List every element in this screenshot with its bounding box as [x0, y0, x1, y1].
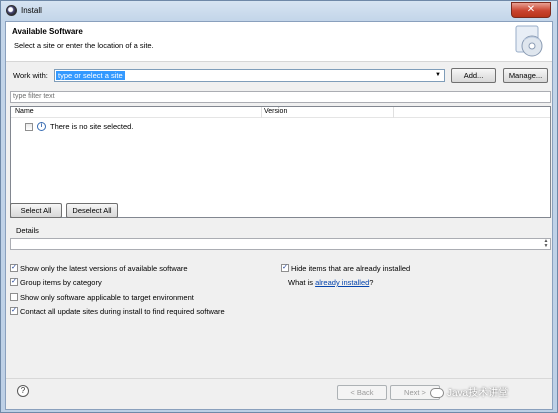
window-title: Install	[21, 6, 42, 15]
group-by-category-label: Group items by category	[20, 278, 102, 287]
details-label: Details	[16, 226, 39, 235]
contact-all-sites-checkbox[interactable]: ✓	[10, 307, 18, 315]
target-environment-checkbox[interactable]	[10, 293, 18, 301]
eclipse-icon	[6, 5, 17, 16]
row-label: There is no site selected.	[50, 122, 134, 131]
dialog-body: Available Software Select a site or ente…	[5, 21, 553, 410]
hide-installed-label: Hide items that are already installed	[291, 264, 411, 273]
header-banner: Available Software Select a site or ente…	[6, 22, 552, 62]
details-scrollbar[interactable]: ▲ ▼	[542, 239, 550, 249]
watermark-text: Java技术讲堂	[447, 388, 509, 399]
close-button[interactable]: ✕	[511, 2, 551, 18]
info-icon: i	[37, 122, 46, 131]
already-installed-prefix: What is	[288, 278, 316, 287]
already-installed-prompt: What is already installed?	[288, 278, 373, 287]
title-bar[interactable]: Install ✕	[1, 1, 557, 21]
install-window: Install ✕ Available Software Select a si…	[0, 0, 558, 413]
help-icon[interactable]: ?	[17, 385, 29, 397]
wechat-icon	[430, 388, 444, 399]
hide-installed-checkbox[interactable]: ✓	[281, 264, 289, 272]
show-latest-label: Show only the latest versions of availab…	[20, 264, 188, 273]
contact-all-sites-label: Contact all update sites during install …	[20, 307, 225, 316]
group-by-category-checkbox[interactable]: ✓	[10, 278, 18, 286]
install-cd-icon	[515, 25, 543, 57]
column-header-name[interactable]: Name	[15, 108, 34, 115]
row-checkbox[interactable]	[25, 123, 33, 131]
back-button[interactable]: < Back	[337, 385, 387, 400]
filter-input[interactable]: type filter text	[10, 91, 551, 103]
manage-sites-button[interactable]: Manage...	[503, 68, 548, 83]
target-environment-label: Show only software applicable to target …	[20, 293, 194, 302]
details-text-area[interactable]: ▲ ▼	[10, 238, 551, 250]
work-with-input[interactable]: type or select a site	[56, 71, 125, 80]
footer-divider	[6, 378, 552, 379]
select-all-button[interactable]: Select All	[10, 203, 62, 218]
add-site-button[interactable]: Add...	[451, 68, 496, 83]
page-description: Select a site or enter the location of a…	[14, 41, 154, 50]
already-installed-link[interactable]: already installed	[315, 278, 369, 287]
deselect-all-button[interactable]: Deselect All	[66, 203, 118, 218]
work-with-label: Work with:	[13, 71, 48, 80]
column-header-version[interactable]: Version	[264, 108, 287, 115]
software-table: Name Version i There is no site selected…	[10, 106, 551, 218]
column-divider[interactable]	[393, 107, 394, 118]
show-latest-checkbox[interactable]: ✓	[10, 264, 18, 272]
already-installed-suffix: ?	[369, 278, 374, 287]
chevron-down-icon[interactable]: ▼	[433, 70, 443, 81]
work-with-combo[interactable]: type or select a site ▼	[54, 69, 445, 82]
watermark: Java技术讲堂	[430, 384, 554, 400]
page-title: Available Software	[12, 27, 83, 36]
table-header: Name Version	[11, 107, 550, 118]
column-divider[interactable]	[261, 107, 262, 118]
